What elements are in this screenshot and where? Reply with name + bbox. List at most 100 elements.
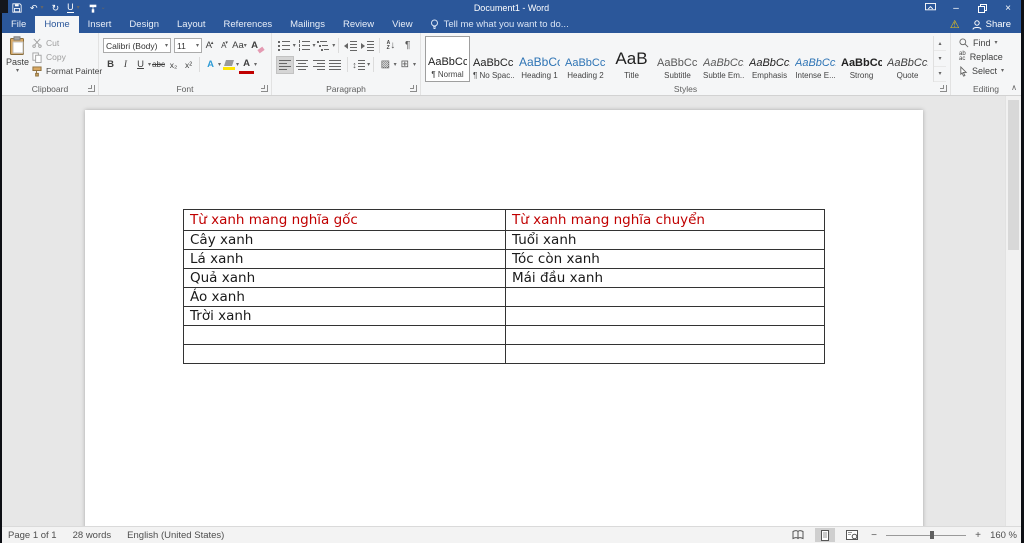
tab-layout[interactable]: Layout (168, 16, 215, 33)
shrink-font-button[interactable]: A ▾ (217, 38, 232, 53)
shading-button[interactable]: ▨ (377, 57, 393, 73)
table-header-cell[interactable]: Từ xanh mang nghĩa gốc (183, 209, 506, 231)
tab-references[interactable]: References (215, 16, 282, 33)
doc-table[interactable]: Từ xanh mang nghĩa gốc Từ xanh mang nghĩ… (183, 209, 825, 364)
italic-button[interactable]: I (118, 57, 133, 72)
increase-indent-button[interactable] (359, 38, 376, 54)
multilevel-list-button[interactable] (315, 38, 332, 54)
undo-button[interactable]: ↶ (30, 3, 38, 14)
table-cell[interactable] (505, 306, 825, 326)
sort-button[interactable]: AZ ↓ (383, 38, 400, 54)
tab-review[interactable]: Review (334, 16, 383, 33)
zoom-slider-thumb[interactable] (930, 531, 935, 539)
select-button[interactable]: Select ▾ (959, 64, 1017, 78)
strikethrough-button[interactable]: abc (151, 57, 166, 72)
style-card-no-spacing[interactable]: AaBbCcDc ¶ No Spac... (471, 36, 516, 82)
style-card-heading2[interactable]: AaBbCcC Heading 2 (563, 36, 608, 82)
bullets-button[interactable] (276, 38, 293, 54)
ribbon-display-options-button[interactable] (917, 0, 943, 16)
web-layout-button[interactable] (842, 528, 862, 542)
style-card-strong[interactable]: AaBbCcDc Strong (839, 36, 884, 82)
superscript-button[interactable]: x² (181, 57, 196, 72)
table-cell[interactable]: Mái đầu xanh (505, 268, 825, 288)
tell-me-box[interactable]: Tell me what you want to do... (430, 16, 569, 33)
numbering-button[interactable] (296, 38, 313, 54)
table-cell[interactable] (505, 325, 825, 345)
line-spacing-button[interactable]: ↕ (351, 57, 367, 73)
table-cell[interactable]: Lá xanh (183, 249, 506, 269)
page-count[interactable]: Page 1 of 1 (8, 530, 57, 541)
style-card-heading1[interactable]: AaBbCc Heading 1 (517, 36, 562, 82)
paste-button[interactable]: Paste ▾ (6, 36, 29, 82)
bold-button[interactable]: B (103, 57, 118, 72)
table-cell[interactable]: Tóc còn xanh (505, 249, 825, 269)
show-formatting-marks-button[interactable]: ¶ (399, 38, 416, 54)
font-size-select[interactable]: 11 ▾ (174, 38, 202, 53)
zoom-slider[interactable] (886, 528, 967, 542)
multilevel-caret-icon[interactable]: ▾ (332, 43, 335, 49)
find-button[interactable]: Find ▾ (959, 36, 1017, 50)
warning-icon[interactable]: ⚠ (950, 18, 960, 31)
tab-home[interactable]: Home (35, 16, 79, 33)
borders-caret-icon[interactable]: ▾ (413, 62, 416, 68)
zoom-level[interactable]: 160 % (990, 530, 1017, 541)
font-color-caret-icon[interactable]: ▾ (254, 62, 257, 68)
paragraph-dialog-launcher[interactable] (410, 85, 417, 92)
tab-view[interactable]: View (383, 16, 421, 33)
qat-underline-button[interactable]: U (67, 3, 74, 13)
tab-file[interactable]: File (2, 16, 35, 33)
minimize-button[interactable]: – (943, 0, 969, 16)
qat-format-painter-button[interactable] (88, 3, 98, 13)
zoom-in-button[interactable]: + (973, 530, 983, 541)
styles-dialog-launcher[interactable] (940, 85, 947, 92)
clear-formatting-button[interactable]: A (247, 38, 262, 53)
collapse-ribbon-button[interactable]: ∧ (1011, 83, 1017, 92)
qat-underline-dropdown-icon[interactable]: ▾ (77, 5, 80, 11)
replace-button[interactable]: ab ac Replace (959, 50, 1017, 64)
style-card-quote[interactable]: AaBbCcDt Quote (885, 36, 930, 82)
document-page[interactable]: Từ xanh mang nghĩa gốc Từ xanh mang nghĩ… (85, 110, 923, 526)
gallery-expand-icon[interactable]: ▾ (934, 67, 946, 82)
tab-insert[interactable]: Insert (79, 16, 121, 33)
table-cell[interactable]: Tuổi xanh (505, 230, 825, 250)
highlight-button[interactable] (221, 57, 236, 72)
clipboard-dialog-launcher[interactable] (88, 85, 95, 92)
align-center-button[interactable] (294, 57, 310, 73)
align-right-button[interactable] (311, 57, 327, 73)
style-card-intense-emphasis[interactable]: AaBbCcDt Intense E... (793, 36, 838, 82)
decrease-indent-button[interactable] (342, 38, 359, 54)
zoom-out-button[interactable]: − (869, 530, 879, 541)
style-card-title[interactable]: AaB Title (609, 36, 654, 82)
text-effects-button[interactable]: A (203, 57, 218, 72)
table-cell[interactable] (505, 287, 825, 307)
read-mode-button[interactable] (788, 528, 808, 542)
style-card-subtle-emphasis[interactable]: AaBbCcDt Subtle Em... (701, 36, 746, 82)
line-spacing-caret-icon[interactable]: ▾ (367, 62, 370, 68)
undo-dropdown-icon[interactable]: ▾ (41, 5, 44, 11)
share-button[interactable]: Share (972, 19, 1011, 30)
table-cell[interactable]: Áo xanh (183, 287, 506, 307)
align-left-button[interactable] (276, 55, 295, 74)
cut-button[interactable]: Cut (32, 36, 102, 50)
font-color-button[interactable]: A (239, 56, 255, 74)
table-header-cell[interactable]: Từ xanh mang nghĩa chuyển (505, 209, 825, 231)
tab-design[interactable]: Design (120, 16, 168, 33)
font-dialog-launcher[interactable] (261, 85, 268, 92)
underline-button[interactable]: U (133, 57, 148, 72)
gallery-down-icon[interactable]: ▾ (934, 51, 946, 67)
change-case-button[interactable]: Aa ▾ (232, 38, 247, 53)
table-cell[interactable] (505, 344, 825, 364)
grow-font-button[interactable]: A ▴ (202, 38, 217, 53)
table-cell[interactable]: Cây xanh (183, 230, 506, 250)
style-card-subtitle[interactable]: AaBbCcD Subtitle (655, 36, 700, 82)
gallery-up-icon[interactable]: ▴ (934, 36, 946, 52)
table-cell[interactable]: Quả xanh (183, 268, 506, 288)
copy-button[interactable]: Copy (32, 50, 102, 64)
scrollbar-thumb[interactable] (1008, 100, 1019, 250)
print-layout-button[interactable] (815, 528, 836, 542)
tab-mailings[interactable]: Mailings (281, 16, 334, 33)
document-area[interactable]: Từ xanh mang nghĩa gốc Từ xanh mang nghĩ… (2, 96, 1021, 526)
justify-button[interactable] (327, 57, 343, 73)
redo-button[interactable]: ↻ (52, 3, 60, 14)
table-cell[interactable] (183, 344, 506, 364)
